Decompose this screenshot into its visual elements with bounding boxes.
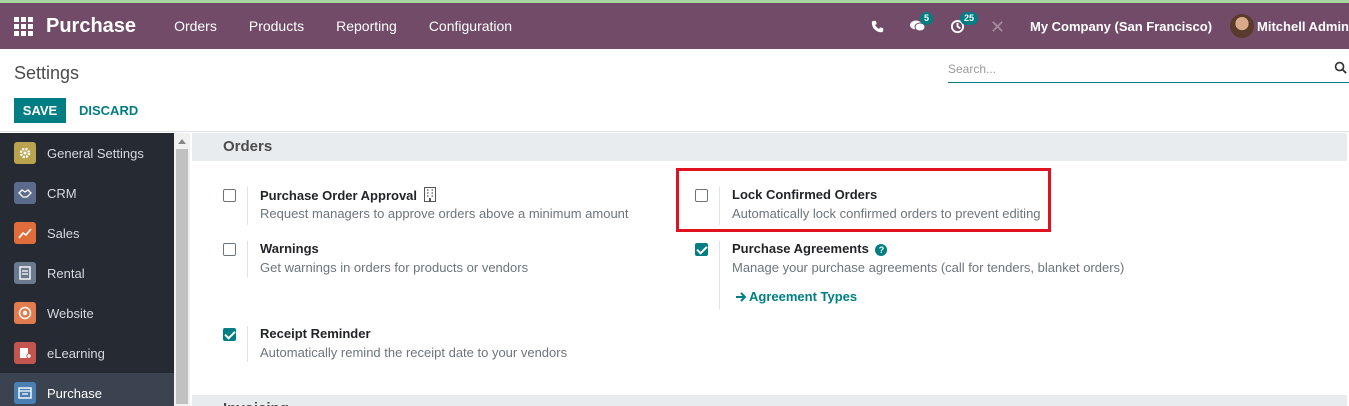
globe-icon <box>14 302 36 324</box>
app-title[interactable]: Purchase <box>46 15 136 38</box>
setting-label: Warnings <box>260 241 319 256</box>
menu-reporting[interactable]: Reporting <box>320 3 413 49</box>
control-panel: Settings SAVE DISCARD <box>0 49 1349 132</box>
search-icon[interactable] <box>1334 61 1347 77</box>
main-navbar: Purchase Orders Products Reporting Confi… <box>0 3 1349 49</box>
company-switcher[interactable]: My Company (San Francisco) <box>1018 19 1230 34</box>
sidebar-item-label: eLearning <box>47 345 105 361</box>
sidebar-item-general-settings[interactable]: General Settings <box>0 133 174 173</box>
sidebar-item-purchase[interactable]: Purchase <box>0 373 174 406</box>
sidebar-item-label: General Settings <box>47 145 144 161</box>
divider <box>719 241 720 309</box>
elearning-icon <box>14 342 36 364</box>
company-building-icon <box>423 187 436 205</box>
setting-receipt-reminder: Receipt Reminder Automatically remind th… <box>223 326 643 366</box>
purchase-agreements-checkbox[interactable] <box>695 243 708 256</box>
menu-configuration[interactable]: Configuration <box>413 3 528 49</box>
setting-warnings: Warnings Get warnings in orders for prod… <box>223 241 643 281</box>
sidebar-item-elearning[interactable]: eLearning <box>0 333 174 373</box>
warnings-checkbox[interactable] <box>223 243 236 256</box>
section-title-orders: Orders <box>192 133 1347 161</box>
po-approval-checkbox[interactable] <box>223 189 236 202</box>
divider <box>247 187 248 225</box>
menu-orders[interactable]: Orders <box>158 3 233 49</box>
user-menu[interactable]: Mitchell Admin <box>1230 14 1349 38</box>
save-button[interactable]: SAVE <box>14 98 66 123</box>
setting-description: Get warnings in orders for products or v… <box>260 260 529 275</box>
sidebar-item-label: CRM <box>47 185 77 201</box>
sidebar-item-sales[interactable]: Sales <box>0 213 174 253</box>
activities-badge: 25 <box>959 12 978 25</box>
apps-menu-icon[interactable] <box>0 3 46 49</box>
sidebar-item-label: Sales <box>47 225 80 241</box>
divider <box>247 241 248 277</box>
sidebar-item-crm[interactable]: CRM <box>0 173 174 213</box>
settings-sidebar: General Settings CRM Sales Rental Websit… <box>0 133 174 406</box>
messages-icon[interactable]: 5 <box>898 3 938 49</box>
purchase-icon <box>14 382 36 404</box>
phone-icon[interactable] <box>858 3 898 49</box>
messages-badge: 5 <box>919 12 933 25</box>
divider <box>247 326 248 362</box>
avatar <box>1230 14 1255 38</box>
arrow-right-icon <box>736 290 747 305</box>
setting-label: Purchase Order Approval <box>260 187 436 205</box>
scroll-up-arrow-icon[interactable] <box>178 139 186 144</box>
debug-tools-icon[interactable] <box>978 3 1018 49</box>
sidebar-item-label: Purchase <box>47 385 102 401</box>
sidebar-scrollbar[interactable] <box>174 133 190 406</box>
setting-po-approval: Purchase Order Approval Request managers… <box>223 187 643 227</box>
highlight-box <box>676 168 1051 232</box>
menu-products[interactable]: Products <box>233 3 320 49</box>
scroll-thumb[interactable] <box>176 149 188 404</box>
activities-icon[interactable]: 25 <box>938 3 978 49</box>
agreement-types-link[interactable]: Agreement Types <box>736 289 857 305</box>
setting-label: Purchase Agreements ? <box>732 241 888 256</box>
receipt-reminder-checkbox[interactable] <box>223 328 236 341</box>
section-title-invoicing: Invoicing <box>192 395 1347 406</box>
sidebar-item-label: Website <box>47 305 94 321</box>
document-icon <box>14 262 36 284</box>
setting-description: Manage your purchase agreements (call fo… <box>732 260 1125 275</box>
search-input[interactable] <box>948 59 1318 76</box>
sidebar-item-label: Rental <box>47 265 85 281</box>
setting-label: Receipt Reminder <box>260 326 371 341</box>
setting-description: Request managers to approve orders above… <box>260 206 629 221</box>
setting-purchase-agreements: Purchase Agreements ? Manage your purcha… <box>695 241 1145 311</box>
sidebar-item-rental[interactable]: Rental <box>0 253 174 293</box>
user-name: Mitchell Admin <box>1257 18 1349 34</box>
search-box <box>948 59 1349 83</box>
chart-icon <box>14 222 36 244</box>
gear-icon <box>14 142 36 164</box>
discard-button[interactable]: DISCARD <box>79 98 138 123</box>
sidebar-item-website[interactable]: Website <box>0 293 174 333</box>
page-title: Settings <box>14 63 80 83</box>
setting-description: Automatically remind the receipt date to… <box>260 345 568 360</box>
handshake-icon <box>14 182 36 204</box>
help-icon[interactable]: ? <box>875 244 888 256</box>
